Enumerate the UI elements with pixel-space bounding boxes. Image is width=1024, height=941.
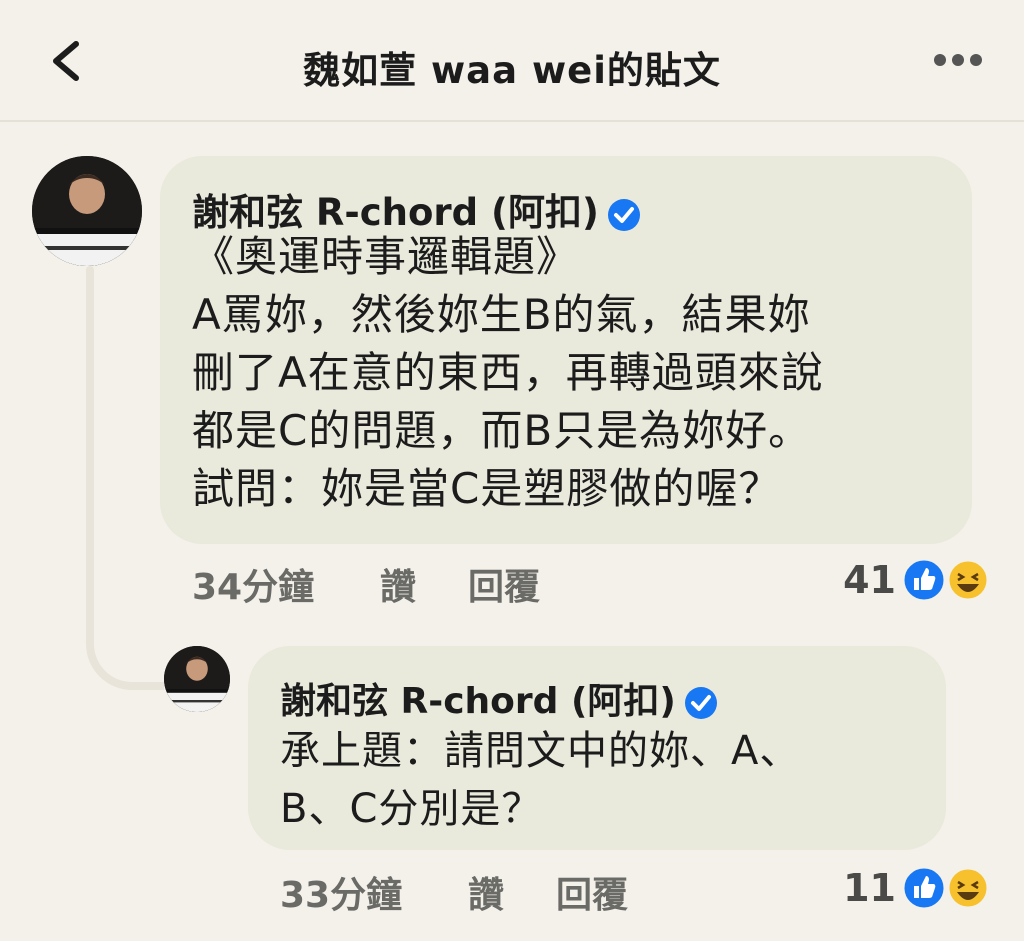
reaction-count[interactable]: 41 [843, 558, 896, 602]
comment-line: 《奧運時事邏輯題》 [192, 232, 580, 281]
verified-badge-icon [607, 198, 640, 231]
thread-line [86, 266, 94, 646]
comment-text: 承上題：請問文中的妳、A、 B、C分別是？ [280, 722, 940, 838]
comment-actions: 33分鐘 讚 回覆 11 [280, 864, 992, 918]
like-icon [901, 557, 947, 603]
comment-line: 承上題：請問文中的妳、A、 [280, 728, 801, 774]
haha-icon [946, 866, 990, 910]
like-button[interactable]: 讚 [468, 866, 504, 918]
comment-timestamp: 34分鐘 [192, 567, 315, 608]
comment-text: 《奧運時事邏輯題》 A罵妳，然後妳生B的氣，結果妳 刪了A在意的東西，再轉過頭來… [192, 228, 962, 518]
comment-timestamp: 33分鐘 [280, 875, 403, 916]
page-title: 魏如萱 waa wei的貼文 [303, 49, 721, 92]
comment-line: B、C分別是？ [280, 786, 543, 832]
comment-actions: 34分鐘 讚 回覆 41 [192, 556, 992, 610]
haha-icon [946, 558, 990, 602]
verified-badge-icon [684, 687, 717, 719]
author-name[interactable]: 謝和弦 R-chord (阿扣) [280, 681, 676, 722]
comment-line: 試問：妳是當C是塑膠做的喔？ [192, 464, 782, 513]
reaction-icons[interactable] [900, 556, 992, 604]
avatar[interactable] [164, 646, 230, 712]
top-bar: 魏如萱 waa wei的貼文 [0, 0, 1024, 122]
comment-line: 都是C的問題，而B只是為妳好。 [192, 406, 812, 455]
comment-bubble: 謝和弦 R-chord (阿扣) 《奧運時事邏輯題》 A罵妳，然後妳生B的氣，結… [160, 156, 972, 544]
like-button[interactable]: 讚 [380, 558, 416, 610]
reply-button[interactable]: 回覆 [468, 558, 540, 610]
comment-line: A罵妳，然後妳生B的氣，結果妳 [192, 290, 811, 339]
like-icon [901, 865, 947, 911]
comment-author[interactable]: 謝和弦 R-chord (阿扣) [280, 672, 718, 724]
reply-button[interactable]: 回覆 [556, 866, 628, 918]
thread-connector [86, 590, 164, 690]
comment-bubble: 謝和弦 R-chord (阿扣) 承上題：請問文中的妳、A、 B、C分別是？ [248, 646, 946, 850]
more-horizontal-icon[interactable] [932, 52, 984, 68]
comment-line: 刪了A在意的東西，再轉過頭來說 [192, 348, 824, 397]
reaction-icons[interactable] [900, 864, 992, 912]
avatar[interactable] [32, 156, 142, 266]
reaction-count[interactable]: 11 [843, 866, 896, 910]
